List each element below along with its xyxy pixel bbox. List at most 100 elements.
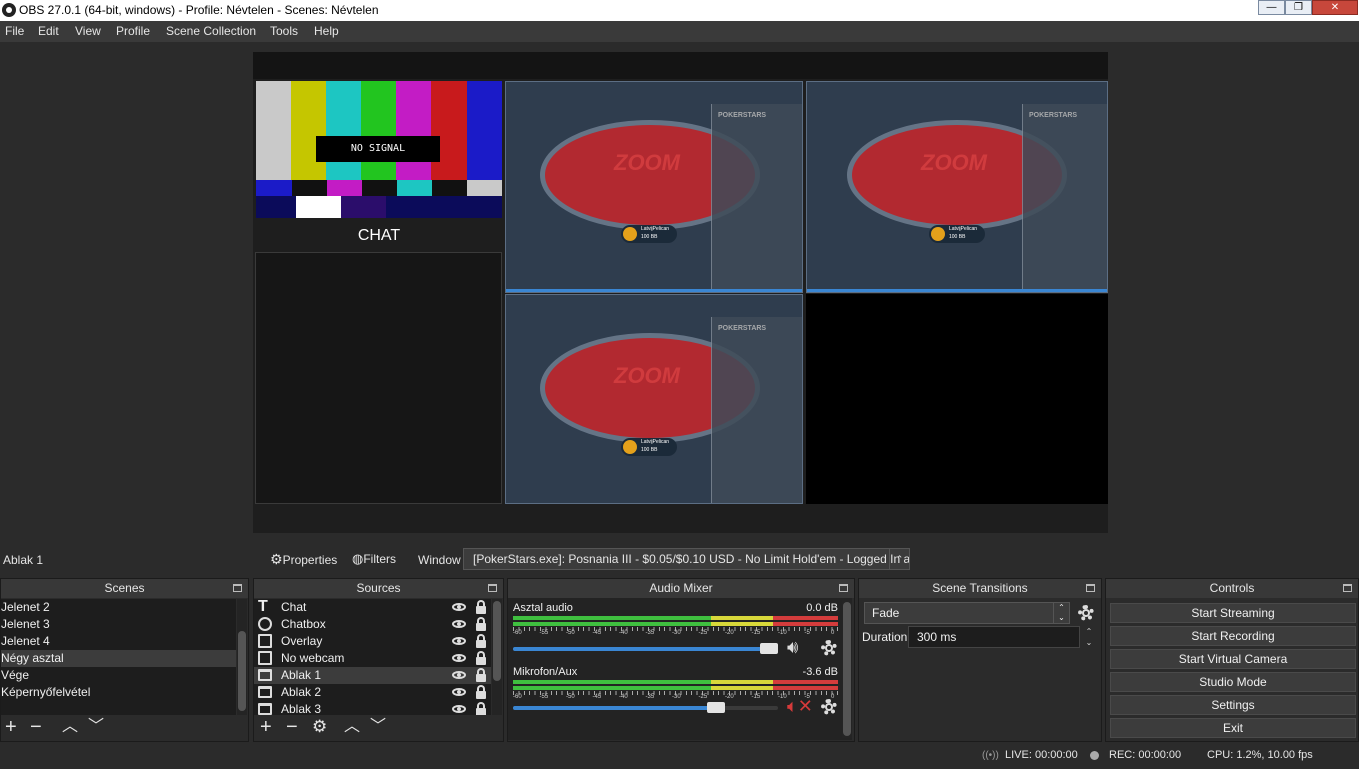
window-select[interactable]: [PokerStars.exe]: Posnania III - $0.05/$… — [463, 548, 910, 570]
close-button[interactable]: ✕ — [1312, 0, 1358, 15]
scene-item[interactable]: Jelenet 3 — [1, 616, 236, 633]
studio-mode-button[interactable]: Studio Mode — [1110, 672, 1356, 692]
eye-icon[interactable] — [452, 637, 466, 645]
undock-icon[interactable] — [233, 584, 242, 592]
lock-icon[interactable] — [476, 702, 486, 715]
source-properties-button[interactable]: ⚙ — [312, 715, 327, 739]
mixer-channel: Asztal audio 0.0 dB -60 -55 -50 -45 -40 -35 -3… — [513, 602, 838, 658]
undock-icon[interactable] — [1343, 584, 1352, 592]
duration-spinner[interactable]: ⌃ ⌄ — [1082, 626, 1096, 648]
move-up-button[interactable]: ︿ — [62, 715, 78, 739]
restore-button[interactable]: ❐ — [1285, 0, 1312, 15]
window-icon — [258, 703, 272, 715]
properties-button[interactable]: ⚙Properties — [270, 549, 337, 569]
sources-dock: Sources T Chat Chatbox Overlay No webcam … — [253, 578, 504, 742]
volume-slider[interactable] — [513, 702, 778, 713]
menu-profile[interactable]: Profile — [116, 24, 150, 38]
add-scene-button[interactable]: + — [5, 715, 17, 739]
poker-table-1: ZOOM POKERSTARS LatvijPelican 100 BB — [505, 81, 803, 293]
gear-icon: ⚙ — [270, 551, 283, 567]
eye-icon[interactable] — [452, 654, 466, 662]
menu-file[interactable]: File — [5, 24, 24, 38]
move-down-button[interactable]: ﹀ — [370, 715, 386, 739]
speaker-icon[interactable]: 🔊︎ — [787, 637, 798, 658]
scenes-scrollbar[interactable] — [237, 599, 247, 715]
mixer-scrollbar[interactable] — [842, 600, 852, 738]
filter-icon: ◍ — [352, 551, 364, 566]
move-up-button[interactable]: ︿ — [344, 715, 360, 739]
volume-slider[interactable] — [513, 643, 778, 654]
menu-edit[interactable]: Edit — [38, 24, 59, 38]
scene-item[interactable]: Vége — [1, 667, 236, 684]
mixer-channel: Mikrofon/Aux -3.6 dB -60 -55 -50 -45 -40 -35 -… — [513, 666, 838, 722]
text-icon: T — [258, 598, 268, 615]
eye-icon[interactable] — [452, 603, 466, 611]
scene-item-selected[interactable]: Négy asztal — [1, 650, 236, 667]
remove-scene-button[interactable]: − — [30, 715, 42, 739]
add-source-button[interactable]: + — [260, 715, 272, 739]
chat-label: CHAT — [357, 227, 401, 244]
no-signal-overlay: NO SIGNAL — [256, 81, 502, 218]
undock-icon[interactable] — [488, 584, 497, 592]
move-down-button[interactable]: ﹀ — [88, 715, 104, 739]
lock-icon[interactable] — [476, 634, 486, 648]
source-item[interactable]: Ablak 3 — [254, 701, 491, 715]
source-item-selected[interactable]: Ablak 1 — [254, 667, 491, 684]
transition-gear-icon[interactable] — [1078, 605, 1094, 621]
eye-icon[interactable] — [452, 688, 466, 696]
lock-icon[interactable] — [476, 600, 486, 614]
lock-icon[interactable] — [476, 651, 486, 665]
cpu-status: CPU: 1.2%, 10.00 fps — [1207, 749, 1313, 761]
source-item[interactable]: No webcam — [254, 650, 491, 667]
menu-bar: File Edit View Profile Scene Collection … — [0, 21, 1359, 42]
start-streaming-button[interactable]: Start Streaming — [1110, 603, 1356, 623]
menu-help[interactable]: Help — [314, 24, 339, 38]
source-item[interactable]: Chatbox — [254, 616, 491, 633]
sources-title: Sources — [356, 581, 401, 595]
gear-icon[interactable] — [821, 640, 837, 656]
menu-scene-collection[interactable]: Scene Collection — [166, 24, 256, 38]
muted-speaker-icon[interactable]: 🔈︎✕ — [787, 696, 813, 717]
filters-button[interactable]: ◍Filters — [352, 549, 396, 569]
meter-tick-label: -55 — [539, 630, 549, 636]
source-item[interactable]: Overlay — [254, 633, 491, 650]
rec-dot-icon — [1090, 751, 1099, 760]
lock-icon[interactable] — [476, 685, 486, 699]
scene-item[interactable]: Képernyőfelvétel — [1, 684, 236, 701]
browser-icon — [258, 617, 272, 631]
duration-input[interactable]: 300 ms — [908, 626, 1080, 648]
eye-icon[interactable] — [452, 705, 466, 713]
title-bar: OBS 27.0.1 (64-bit, windows) - Profile: … — [0, 0, 1359, 21]
scene-item[interactable]: Jelenet 4 — [1, 633, 236, 650]
scenes-list[interactable]: Jelenet 2 Jelenet 3 Jelenet 4 Négy aszta… — [1, 599, 236, 715]
eye-icon[interactable] — [452, 671, 466, 679]
undock-icon[interactable] — [839, 584, 848, 592]
duration-label: Duration — [862, 630, 908, 644]
lock-icon[interactable] — [476, 668, 486, 682]
start-recording-button[interactable]: Start Recording — [1110, 626, 1356, 646]
eye-icon[interactable] — [452, 620, 466, 628]
undock-icon[interactable] — [1086, 584, 1095, 592]
meter-tick-label: -60 — [513, 694, 522, 700]
sources-scrollbar[interactable] — [492, 599, 502, 715]
live-signal-icon: ((•)) — [982, 750, 999, 761]
meter-tick-label: -35 — [645, 694, 655, 700]
window-icon — [258, 669, 272, 681]
minimize-button[interactable]: — — [1258, 0, 1285, 15]
scene-item[interactable]: Jelenet 2 — [1, 599, 236, 616]
transition-select[interactable]: Fade ⌃ ⌄ — [864, 602, 1070, 624]
source-item[interactable]: Ablak 2 — [254, 684, 491, 701]
settings-button[interactable]: Settings — [1110, 695, 1356, 715]
meter-tick-label: -60 — [513, 630, 522, 636]
exit-button[interactable]: Exit — [1110, 718, 1356, 738]
remove-source-button[interactable]: − — [286, 715, 298, 739]
meter-tick-label: -25 — [698, 630, 708, 636]
menu-tools[interactable]: Tools — [270, 24, 298, 38]
source-item[interactable]: T Chat — [254, 599, 491, 616]
lock-icon[interactable] — [476, 617, 486, 631]
sources-list[interactable]: T Chat Chatbox Overlay No webcam Ablak 1 … — [254, 599, 491, 715]
start-virtual-camera-button[interactable]: Start Virtual Camera — [1110, 649, 1356, 669]
meter-tick-label: -30 — [672, 694, 681, 700]
menu-view[interactable]: View — [75, 24, 101, 38]
gear-icon[interactable] — [821, 699, 837, 715]
